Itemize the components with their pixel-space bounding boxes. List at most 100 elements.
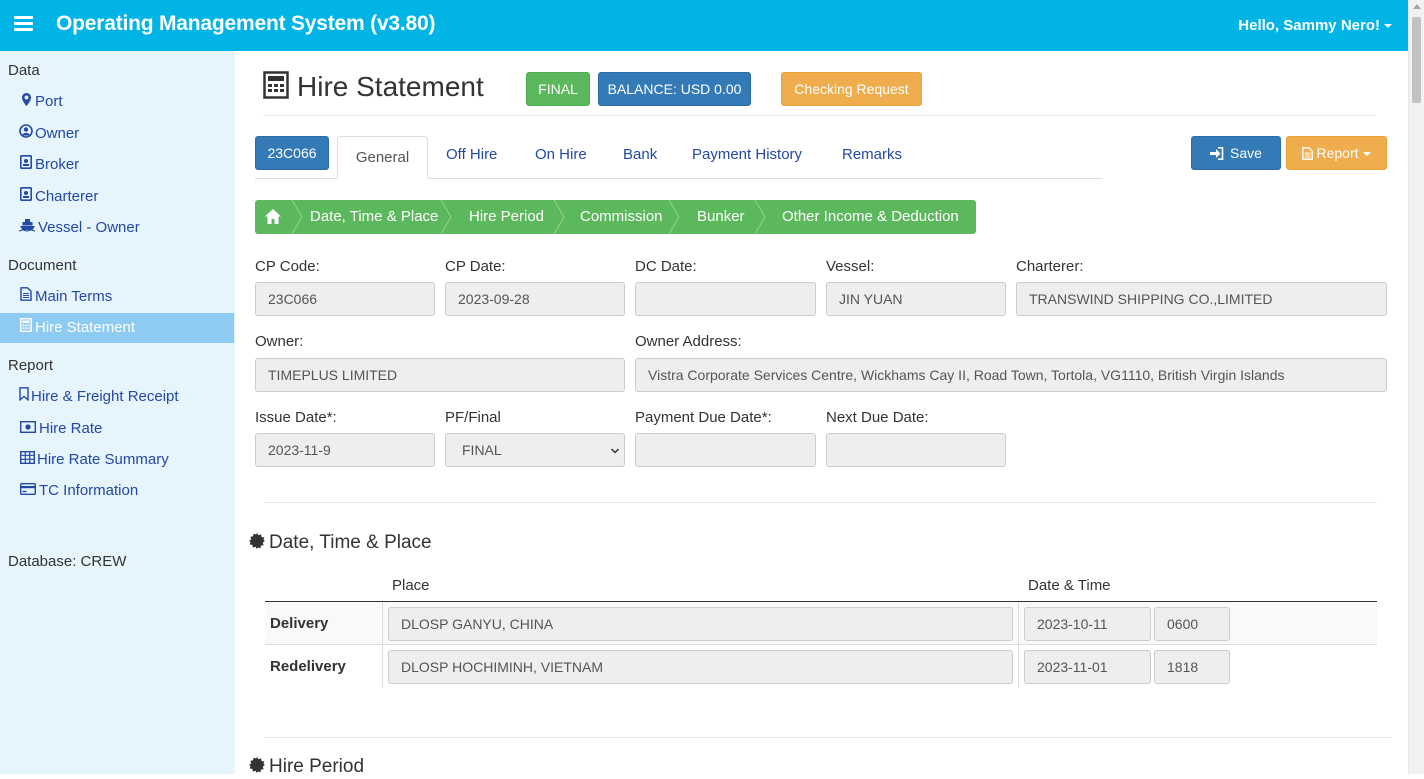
id-badge-icon [18, 150, 34, 180]
credit-card-icon [18, 476, 38, 506]
column-header-place: Place [392, 577, 430, 594]
column-divider [1018, 602, 1019, 688]
table-icon [18, 445, 36, 475]
certificate-icon [249, 533, 265, 549]
pf-final-select[interactable]: FINAL [445, 433, 625, 467]
sidebar-item-hire-statement[interactable]: Hire Statement [0, 313, 234, 343]
sidebar-item-charterer[interactable]: Charterer [0, 182, 234, 212]
charterer-field[interactable]: TRANSWIND SHIPPING CO.,LIMITED [1016, 282, 1387, 316]
sidebar-item-hire-rate[interactable]: Hire Rate [0, 414, 234, 444]
sidebar-item-label: Port [35, 93, 63, 110]
cp-code-label: CP Code: [255, 258, 320, 275]
delivery-place-field[interactable]: DLOSP GANYU, CHINA [388, 607, 1013, 641]
scroll-thumb[interactable] [1412, 17, 1421, 103]
breadcrumb-separator [754, 200, 766, 234]
tab-on-hire[interactable]: On Hire [535, 146, 587, 163]
column-divider [382, 602, 383, 688]
payment-due-date-label: Payment Due Date*: [635, 409, 772, 426]
dc-date-field[interactable] [635, 282, 816, 316]
date-time-place-table: Delivery DLOSP GANYU, CHINA 2023-10-11 0… [265, 601, 1377, 688]
date-time-place-heading: Date, Time & Place [249, 532, 432, 554]
tab-payment-history[interactable]: Payment History [692, 146, 802, 163]
sidebar-item-label: Hire Rate Summary [37, 451, 169, 468]
tab-bank[interactable]: Bank [623, 146, 657, 163]
breadcrumb-separator [553, 200, 565, 234]
breadcrumb-separator [440, 200, 452, 234]
id-badge-icon [18, 182, 34, 212]
top-navbar: Operating Management System (v3.80) Hell… [0, 0, 1408, 51]
table-row: Redelivery DLOSP HOCHIMINH, VIETNAM 2023… [265, 645, 1377, 688]
sidebar-item-label: Main Terms [35, 288, 113, 305]
report-button[interactable]: Report [1286, 136, 1387, 170]
cp-code-badge[interactable]: 23C066 [255, 136, 329, 170]
scroll-up-arrow-icon[interactable] [1413, 4, 1421, 9]
sidebar-item-label: TC Information [39, 482, 139, 499]
delivery-date-field[interactable]: 2023-10-11 [1024, 607, 1151, 641]
caret-down-icon [1384, 24, 1392, 29]
menu-toggle-icon[interactable] [14, 16, 33, 32]
breadcrumb-commission[interactable]: Commission [580, 200, 663, 234]
sidebar-section-document: Document [8, 257, 77, 274]
file-text-icon [1302, 139, 1314, 171]
sidebar-item-hire-freight-receipt[interactable]: Hire & Freight Receipt [0, 382, 234, 412]
sidebar-section-report: Report [8, 357, 54, 374]
title-divider [263, 115, 1376, 116]
user-menu[interactable]: Hello, Sammy Nero! [1238, 17, 1392, 34]
breadcrumb-separator [668, 200, 680, 234]
section-divider [265, 737, 1392, 738]
breadcrumb-other-income-deduction[interactable]: Other Income & Deduction [782, 200, 959, 234]
redelivery-date-field[interactable]: 2023-11-01 [1024, 650, 1151, 684]
owner-label: Owner: [255, 333, 304, 350]
next-due-date-field[interactable] [826, 433, 1006, 467]
app-title: Operating Management System (v3.80) [56, 12, 436, 35]
chevron-down-icon [611, 448, 619, 454]
user-greeting: Hello, Sammy Nero! [1238, 17, 1380, 34]
user-circle-icon [18, 119, 34, 149]
save-button[interactable]: Save [1191, 136, 1281, 170]
checking-request-button[interactable]: Checking Request [781, 72, 922, 106]
sidebar-item-tc-information[interactable]: TC Information [0, 476, 234, 506]
payment-due-date-field[interactable] [635, 433, 816, 467]
redelivery-place-field[interactable]: DLOSP HOCHIMINH, VIETNAM [388, 650, 1013, 684]
cp-date-label: CP Date: [445, 258, 506, 275]
sidebar-item-vessel-owner[interactable]: Vessel - Owner [0, 213, 234, 243]
cp-code-field[interactable]: 23C066 [255, 282, 435, 316]
tab-off-hire[interactable]: Off Hire [446, 146, 497, 163]
section-breadcrumb: Date, Time & Place Hire Period Commissio… [255, 200, 976, 234]
breadcrumb-hire-period[interactable]: Hire Period [469, 200, 544, 234]
next-due-date-label: Next Due Date: [826, 409, 929, 426]
breadcrumb-bunker[interactable]: Bunker [697, 200, 745, 234]
calculator-icon [18, 313, 34, 343]
charterer-label: Charterer: [1016, 258, 1084, 275]
owner-field[interactable]: TIMEPLUS LIMITED [255, 358, 625, 392]
vessel-field[interactable]: JIN YUAN [826, 282, 1006, 316]
page-scrollbar[interactable] [1408, 0, 1424, 774]
issue-date-field[interactable]: 2023-11-9 [255, 433, 435, 467]
hire-period-heading: Hire Period [249, 756, 364, 778]
main-content: Hire Statement FINAL BALANCE: USD 0.00 C… [235, 51, 1408, 777]
sidebar-item-owner[interactable]: Owner [0, 119, 234, 149]
sidebar-item-label: Hire & Freight Receipt [31, 388, 179, 405]
sidebar-item-main-terms[interactable]: Main Terms [0, 282, 234, 312]
cp-date-field[interactable]: 2023-09-28 [445, 282, 625, 316]
sidebar-section-data: Data [8, 62, 40, 79]
redelivery-time-field[interactable]: 1818 [1154, 650, 1230, 684]
breadcrumb-date-time-place[interactable]: Date, Time & Place [310, 200, 438, 234]
sidebar-item-hire-rate-summary[interactable]: Hire Rate Summary [0, 445, 234, 475]
home-icon[interactable] [264, 208, 282, 225]
sidebar-item-broker[interactable]: Broker [0, 150, 234, 180]
report-button-label: Report [1316, 145, 1359, 161]
tab-general[interactable]: General [337, 136, 428, 179]
column-header-date-time: Date & Time [1028, 577, 1111, 594]
pf-final-label: PF/Final [445, 409, 501, 426]
delivery-time-field[interactable]: 0600 [1154, 607, 1230, 641]
sidebar-item-label: Vessel - Owner [38, 219, 140, 236]
section-title-text: Date, Time & Place [269, 532, 432, 553]
status-badge: FINAL [526, 72, 590, 106]
sidebar-item-port[interactable]: Port [0, 87, 234, 117]
pf-final-selected-value: FINAL [462, 442, 502, 458]
sidebar-item-label: Hire Statement [35, 319, 136, 336]
bookmark-icon [18, 382, 30, 412]
owner-address-field[interactable]: Vistra Corporate Services Centre, Wickha… [635, 358, 1387, 392]
tab-remarks[interactable]: Remarks [842, 146, 902, 163]
